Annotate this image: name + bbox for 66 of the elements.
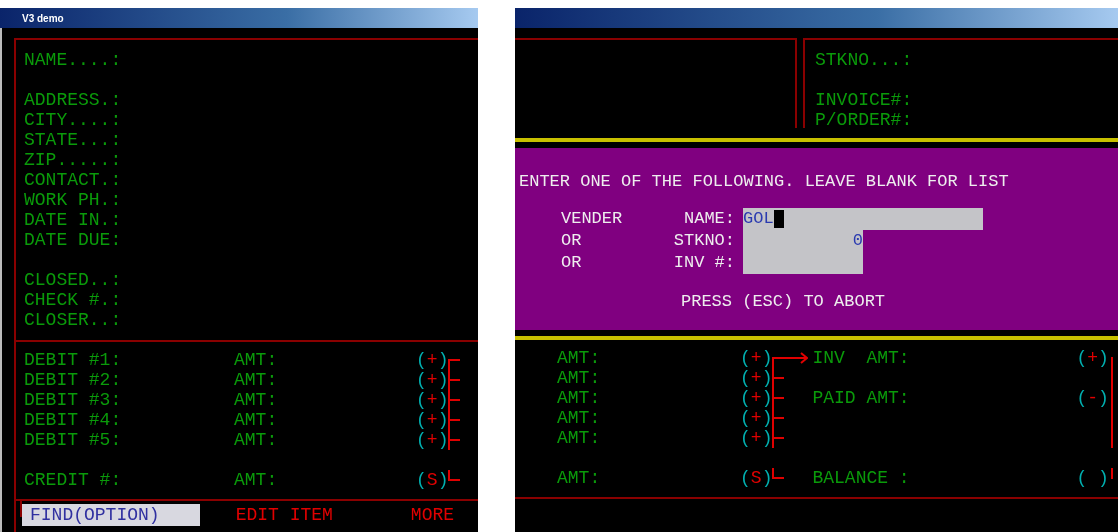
field-label: AMT: (234, 470, 279, 490)
sign-indicator: (+) (416, 410, 449, 430)
field-label: WORK PH.: (24, 190, 123, 210)
input-field[interactable]: 0 (743, 230, 863, 252)
sign-indicator: (-) (1076, 388, 1110, 408)
input-field[interactable]: GOL (743, 208, 983, 230)
field-label: STATE...: (24, 130, 123, 150)
sign-indicator: (+) (416, 370, 449, 390)
field-label: CREDIT #: (24, 470, 123, 490)
field-label: BALANCE : (812, 468, 911, 488)
field-label: ZIP.....: (24, 150, 123, 170)
field-label: DATE IN.: (24, 210, 123, 230)
sign-indicator: (+) (416, 430, 449, 450)
menu-item[interactable]: EDIT ITEM (227, 504, 341, 526)
field-label: P/ORDER#: (815, 110, 914, 130)
dialog-hint: PRESS (ESC) TO ABORT (681, 292, 887, 311)
field-label: AMT: (557, 468, 602, 488)
field-label: ADDRESS.: (24, 90, 123, 110)
sign-indicator: (+) (740, 368, 773, 388)
field-label: INV AMT: (812, 348, 911, 368)
field-label: AMT: (234, 350, 279, 370)
field-label: AMT: (557, 408, 602, 428)
field-prefix: OR (561, 252, 583, 274)
field-label: AMT: (557, 368, 602, 388)
field-label: AMT: (234, 370, 279, 390)
field-prefix: OR (561, 230, 583, 252)
sign-indicator: (+) (740, 348, 773, 368)
sign-indicator: (+) (1076, 348, 1110, 368)
field-label: DEBIT #2: (24, 370, 123, 390)
field-label: INVOICE#: (815, 90, 914, 110)
field-label: CLOSER..: (24, 310, 123, 330)
field-label: AMT: (557, 348, 602, 368)
field-label: DEBIT #3: (24, 390, 123, 410)
input-field[interactable] (743, 252, 863, 274)
field-label: CLOSED..: (24, 270, 123, 290)
field-label: DEBIT #1: (24, 350, 123, 370)
field-label: DATE DUE: (24, 230, 123, 250)
field-label: DEBIT #5: (24, 430, 123, 450)
sign-indicator: (+) (740, 428, 773, 448)
field-label: INV #: (672, 252, 735, 274)
field-label: STKNO...: (815, 50, 914, 70)
sign-indicator: (S) (416, 470, 449, 490)
field-label: NAME....: (24, 50, 123, 70)
sign-indicator: (+) (416, 390, 449, 410)
field-label: NAME: (683, 208, 735, 230)
sign-indicator: (+) (740, 388, 773, 408)
field-prefix: VENDER (561, 208, 624, 230)
field-label: AMT: (557, 428, 602, 448)
field-label: AMT: (234, 430, 279, 450)
field-label: AMT: (234, 390, 279, 410)
field-label: CITY....: (24, 110, 123, 130)
sign-indicator: (S) (740, 468, 773, 488)
window-title: V3 demo (22, 12, 64, 24)
dialog-prompt: ENTER ONE OF THE FOLLOWING. LEAVE BLANK FOR LIST (519, 172, 1010, 192)
menu-item[interactable]: MORE (402, 504, 463, 526)
field-label: AMT: (557, 388, 602, 408)
field-label: AMT: (234, 410, 279, 430)
sign-indicator: ( ) (1076, 468, 1110, 488)
menu-item[interactable]: FIND(OPTION) (22, 504, 200, 526)
field-label: CHECK #.: (24, 290, 123, 310)
field-label: STKNO: (672, 230, 735, 252)
sign-indicator: (+) (740, 408, 773, 428)
field-label: PAID AMT: (812, 388, 911, 408)
field-label: CONTACT.: (24, 170, 123, 190)
field-label: DEBIT #4: (24, 410, 123, 430)
sign-indicator: (+) (416, 350, 449, 370)
